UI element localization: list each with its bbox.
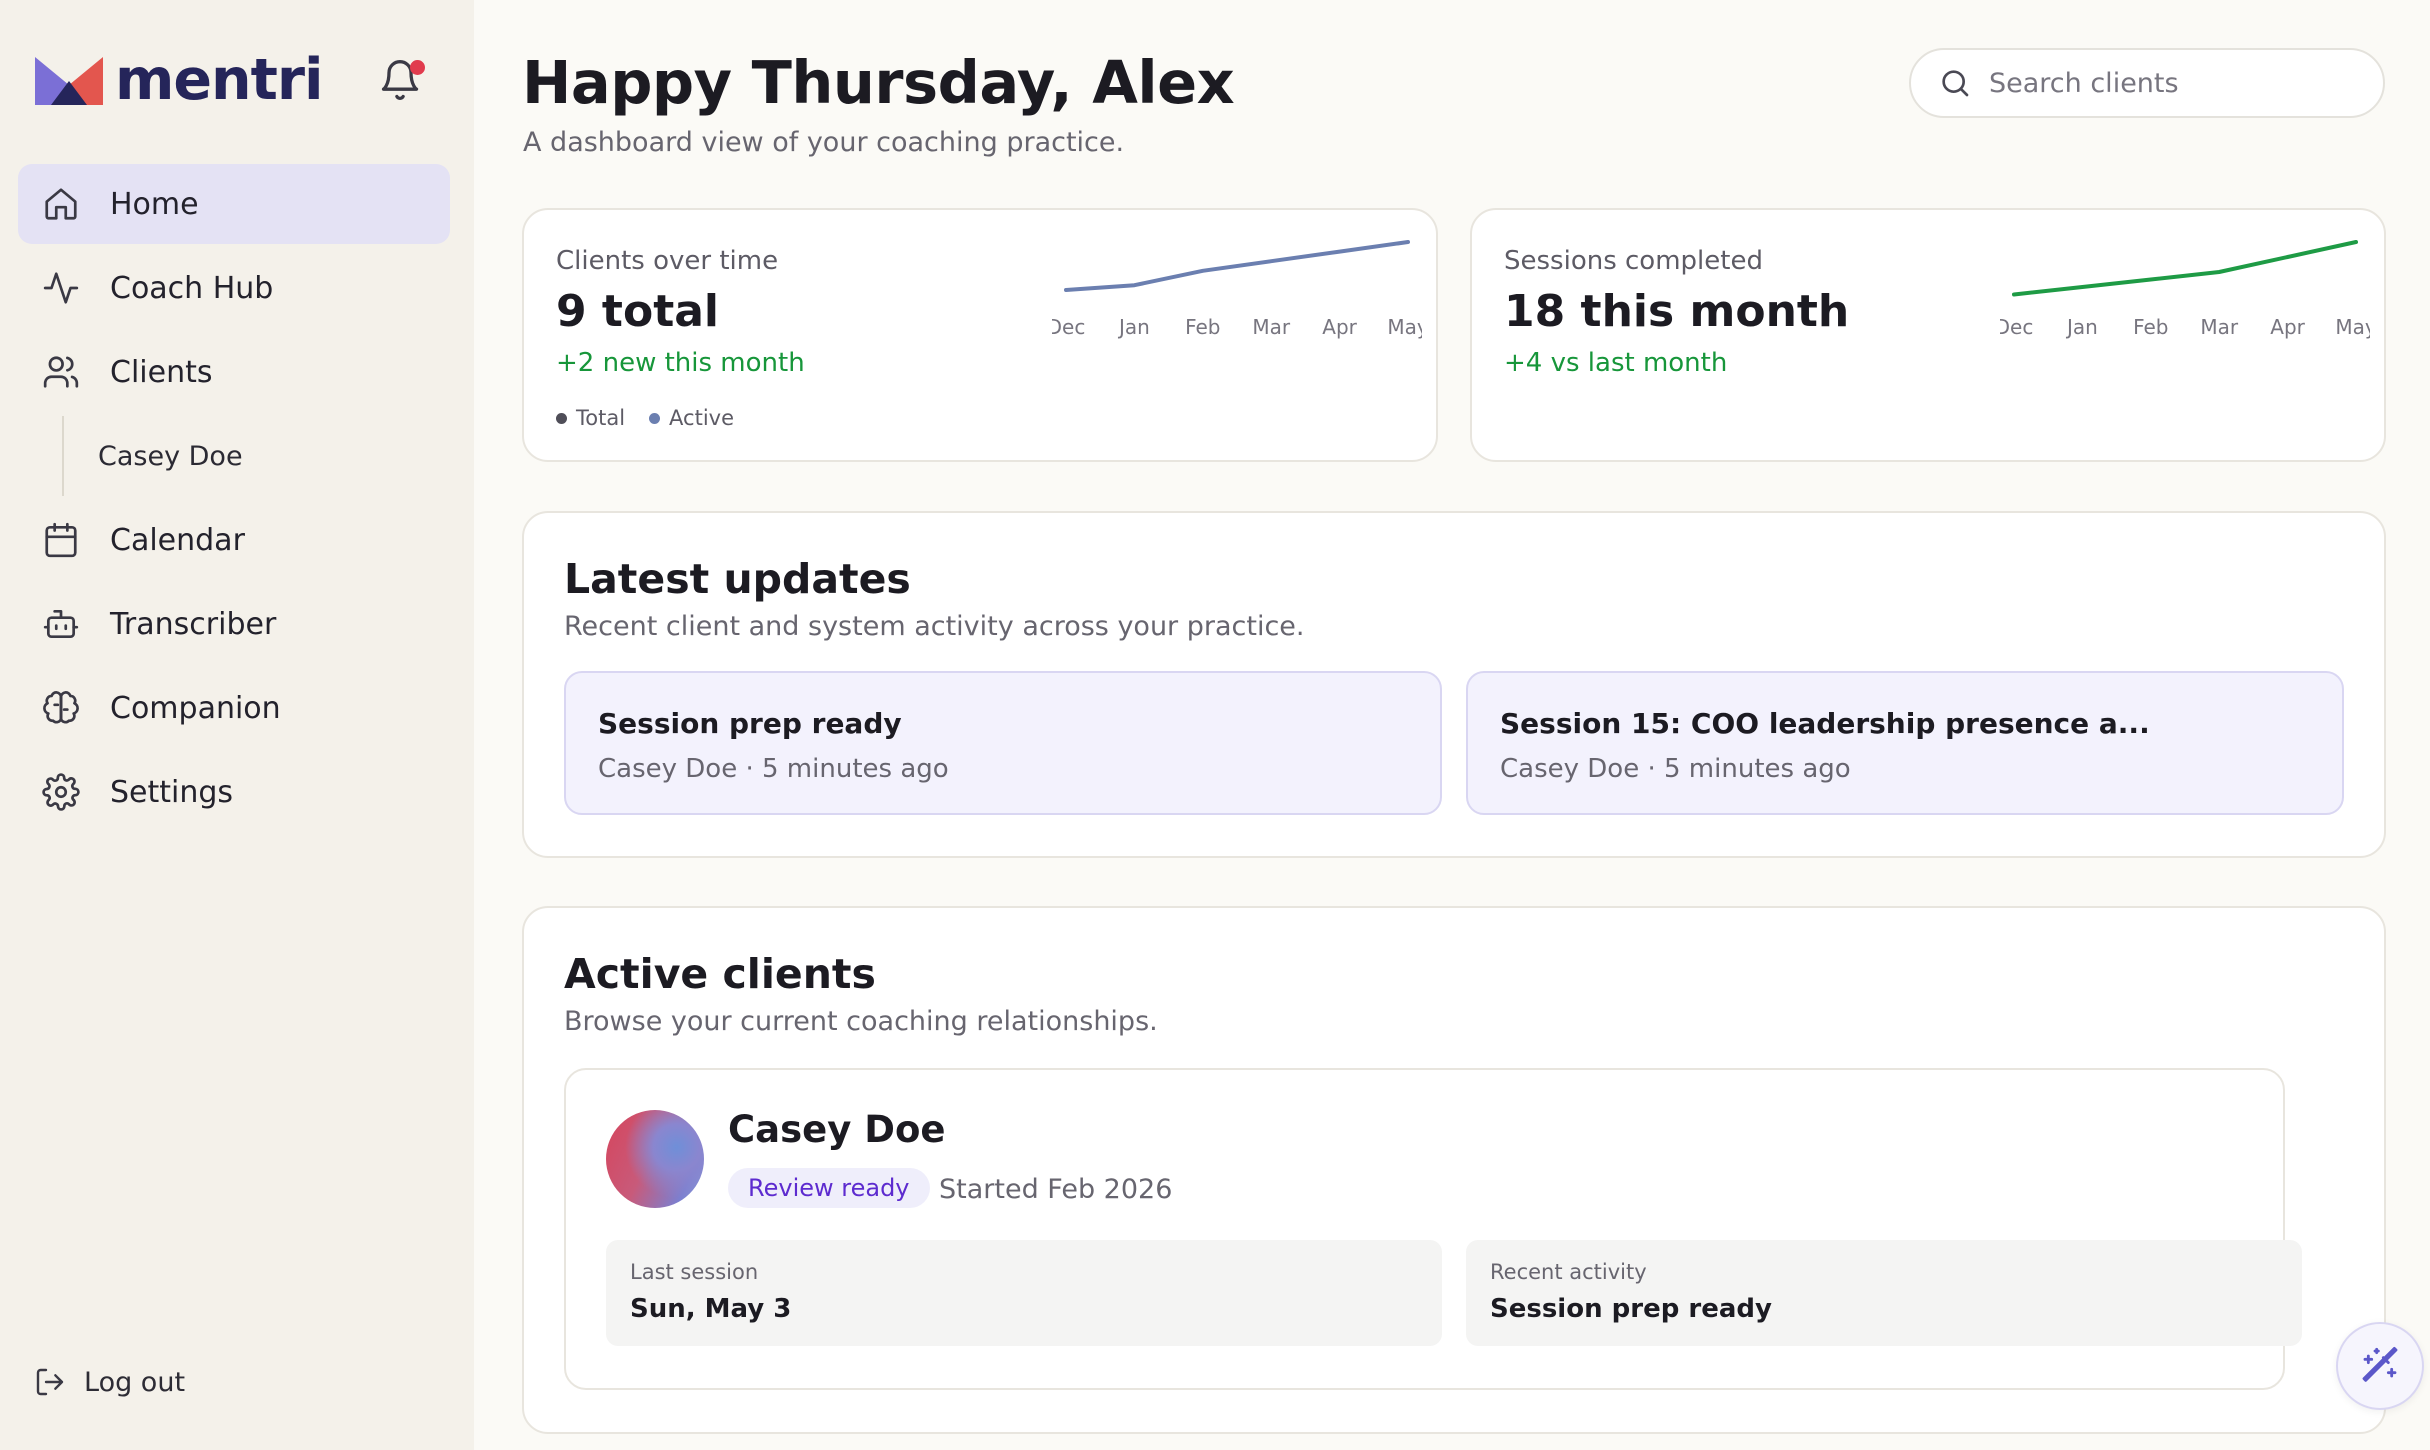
series-line (2012, 240, 2358, 297)
avatar (606, 1110, 704, 1208)
calendar-icon (45, 522, 77, 558)
activity-icon (43, 272, 79, 304)
gear-icon (42, 773, 80, 811)
update-meta: Casey Doe · 5 minutes ago (1500, 754, 1851, 784)
search-icon (1942, 70, 1969, 97)
sidebar: mentri Home Coach Hub Clients Casey Doe … (0, 0, 474, 1450)
client-start-date: Started Feb 2026 (939, 1174, 1173, 1205)
sidebar-subitem-casey-doe[interactable]: Casey Doe (62, 416, 450, 496)
section-subtitle: Browse your current coaching relationshi… (564, 1006, 1158, 1037)
brain-icon (43, 691, 79, 724)
x-tick-label: Apr (2270, 315, 2305, 339)
users-icon (43, 356, 79, 388)
logout-label: Log out (84, 1366, 186, 1398)
stat-value: 18 this month (1504, 286, 1850, 337)
info-label: Last session (630, 1260, 759, 1284)
sidebar-nav: Home Coach Hub Clients Casey Doe Calenda… (18, 164, 450, 836)
client-name: Casey Doe (728, 1108, 946, 1151)
sidebar-item-label: Settings (110, 774, 234, 810)
clients-stat-card: Clients over time 9 total +2 new this mo… (522, 208, 1438, 462)
brand-logo[interactable]: mentri (33, 47, 324, 113)
section-title: Latest updates (564, 555, 911, 603)
page-title: Happy Thursday, Alex (522, 48, 1235, 117)
sidebar-subitem-label: Casey Doe (98, 440, 243, 472)
stat-value: 9 total (556, 286, 720, 337)
sidebar-item-label: Clients (110, 354, 213, 390)
magic-wand-icon (2362, 1346, 2398, 1382)
legend-label: Active (669, 406, 735, 430)
x-tick-label: Mar (2200, 315, 2239, 339)
sidebar-item-label: Home (110, 186, 199, 222)
recent-activity-box: Recent activity Session prep ready (1466, 1240, 2302, 1346)
stat-delta: +2 new this month (556, 348, 805, 378)
search-input[interactable] (1989, 67, 2349, 99)
sidebar-item-label: Coach Hub (110, 270, 274, 306)
chart-legend: Total Active (556, 406, 758, 430)
sidebar-item-settings[interactable]: Settings (18, 752, 450, 832)
series-line (1064, 240, 1410, 292)
bot-icon (43, 609, 79, 639)
x-tick-label: Mar (1252, 315, 1291, 339)
x-tick-label: May (2335, 315, 2370, 339)
sidebar-item-clients[interactable]: Clients (18, 332, 450, 412)
x-tick-label: Feb (1185, 315, 1220, 339)
info-value: Session prep ready (1490, 1294, 1772, 1324)
sidebar-item-calendar[interactable]: Calendar (18, 500, 450, 580)
info-label: Recent activity (1490, 1260, 1647, 1284)
latest-updates-section: Latest updates Recent client and system … (522, 511, 2386, 858)
stat-delta: +4 vs last month (1504, 348, 1728, 378)
x-tick-label: Jan (1117, 315, 1150, 339)
sidebar-item-label: Companion (110, 690, 281, 726)
stat-label: Sessions completed (1504, 246, 1763, 276)
search-box[interactable] (1909, 48, 2385, 118)
sessions-sparkline: Dec Jan Feb Mar Apr May (2000, 240, 2370, 339)
magic-wand-button[interactable] (2336, 1322, 2424, 1410)
info-value: Sun, May 3 (630, 1294, 792, 1324)
update-card[interactable]: Session prep ready Casey Doe · 5 minutes… (564, 671, 1442, 815)
client-card[interactable]: Casey Doe Review ready Started Feb 2026 … (564, 1068, 2302, 1390)
update-meta: Casey Doe · 5 minutes ago (598, 754, 949, 784)
x-tick-label: Apr (1322, 315, 1357, 339)
sidebar-item-home[interactable]: Home (18, 164, 450, 244)
logout-button[interactable]: Log out (34, 1366, 185, 1398)
x-tick-label: May (1387, 315, 1422, 339)
x-tick-label: Jan (2065, 315, 2098, 339)
mentri-logo-icon (35, 56, 103, 105)
sidebar-item-companion[interactable]: Companion (18, 668, 450, 748)
sidebar-item-coach-hub[interactable]: Coach Hub (18, 248, 450, 328)
home-icon (45, 188, 77, 220)
notification-dot (410, 60, 425, 75)
active-clients-section: Active clients Browse your current coach… (522, 906, 2386, 1434)
legend-dot (556, 412, 567, 424)
stat-label: Clients over time (556, 246, 779, 276)
last-session-box: Last session Sun, May 3 (606, 1240, 1442, 1346)
legend-item-total: Total (556, 406, 625, 430)
sidebar-item-label: Transcriber (110, 606, 277, 642)
update-title: Session 15: COO leadership presence a... (1500, 707, 2150, 740)
status-badge: Review ready (728, 1168, 930, 1208)
x-tick-label: Dec (1052, 315, 1085, 339)
legend-dot (649, 412, 661, 424)
page-subtitle: A dashboard view of your coaching practi… (523, 127, 1125, 158)
x-tick-label: Dec (2000, 315, 2033, 339)
update-card[interactable]: Session 15: COO leadership presence a...… (1466, 671, 2344, 815)
sidebar-item-label: Calendar (110, 522, 245, 558)
clients-sparkline: Dec Jan Feb Mar Apr May (1052, 240, 1422, 339)
legend-item-active: Active (649, 406, 734, 430)
legend-label: Total (576, 406, 626, 430)
update-title: Session prep ready (598, 707, 902, 740)
section-title: Active clients (564, 950, 876, 998)
logout-icon (36, 1368, 64, 1396)
section-subtitle: Recent client and system activity across… (564, 611, 1305, 642)
x-tick-label: Feb (2133, 315, 2168, 339)
sidebar-item-transcriber[interactable]: Transcriber (18, 584, 450, 664)
brand-name: mentri (115, 47, 324, 113)
sessions-stat-card: Sessions completed 18 this month +4 vs l… (1470, 208, 2386, 462)
